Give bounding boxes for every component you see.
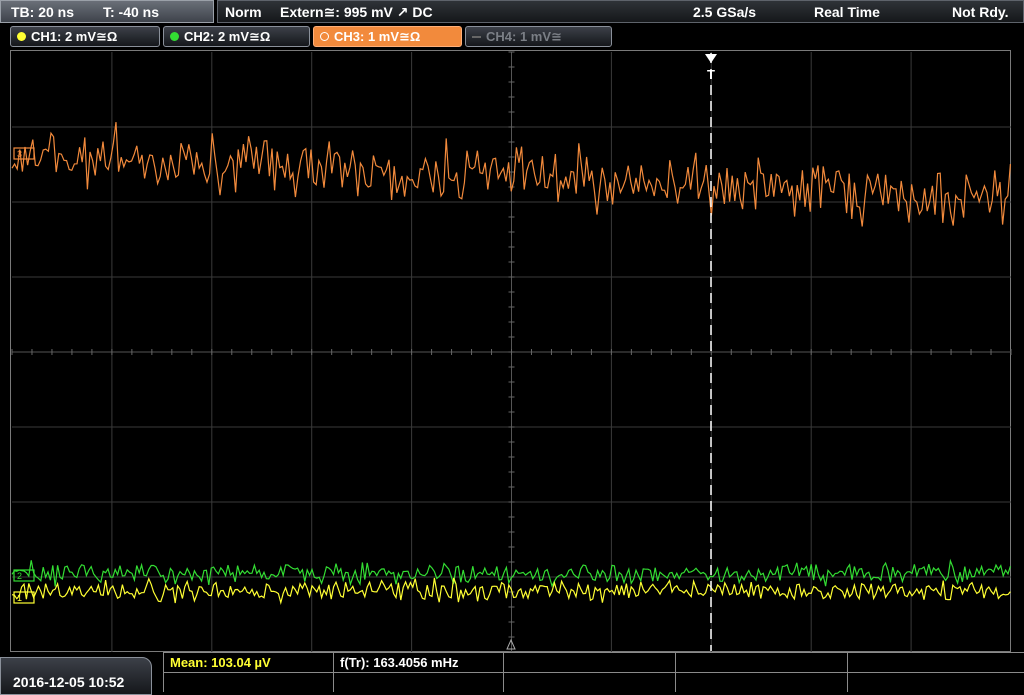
frequency-measurement[interactable]: f(Tr): 163.4056 mHz [333,652,503,672]
svg-text:3: 3 [17,149,22,159]
ch1-level-marker: 1 [13,591,35,604]
sample-rate-label: 2.5 GSa/s [693,4,757,20]
acquisition-state-label: Not Rdy. [952,4,1009,20]
graticule-grid [11,51,1012,653]
measurement-slot-8[interactable] [503,672,675,692]
tab-ch4[interactable]: CH4: 1 mV≅ [465,26,612,47]
mean-measurement[interactable]: Mean: 103.04 µV [163,652,333,672]
channel-tabs: CH1: 2 mV≅Ω CH2: 2 mV≅Ω CH3: 1 mV≅Ω CH4:… [0,26,1024,48]
measurement-slot-3[interactable] [503,652,675,672]
measurement-slot-10[interactable] [847,672,1024,692]
trigger-source-label: Extern≅: 995 mV ↗ DC [280,4,433,20]
ch3-circle-icon [320,32,329,41]
datetime-label: 2016-12-05 10:52 [13,674,125,690]
ch2-circle-icon [170,32,179,41]
ch1-label: CH1: 2 mV≅Ω [31,29,118,44]
measurement-slot-7[interactable] [333,672,503,692]
measurement-slot-9[interactable] [675,672,847,692]
top-status-bar: TB: 20 ns T: -40 ns Norm Extern≅: 995 mV… [0,0,1024,25]
trigger-time-label: T: -40 ns [103,4,160,20]
tab-ch3[interactable]: CH3: 1 mV≅Ω [313,26,462,47]
ch4-label: CH4: 1 mV≅ [486,29,562,44]
acquisition-status-bar[interactable]: Norm Extern≅: 995 mV ↗ DC 2.5 GSa/s Real… [217,0,1024,23]
tab-ch2[interactable]: CH2: 2 mV≅Ω [163,26,310,47]
acquisition-mode-label: Real Time [814,4,880,20]
measurement-slot-4[interactable] [675,652,847,672]
svg-text:2: 2 [17,571,22,581]
svg-text:1: 1 [17,593,22,603]
trigger-marker-label: T [707,67,715,82]
timebase-box[interactable]: TB: 20 ns T: -40 ns [0,0,214,23]
measurement-slot-5[interactable] [847,652,1024,672]
ch1-circle-icon [17,32,26,41]
ch4-dash-icon [472,36,481,38]
timebase-label: TB: 20 ns [11,4,75,20]
ch2-label: CH2: 2 mV≅Ω [184,29,271,44]
datetime-box: 2016-12-05 10:52 [0,657,152,695]
measurement-slot-6[interactable] [163,672,333,692]
measurement-bar: Mean: 103.04 µV f(Tr): 163.4056 mHz [163,652,1024,695]
ch3-label: CH3: 1 mV≅Ω [334,29,421,44]
trigger-mode-label: Norm [225,4,262,20]
tab-ch1[interactable]: CH1: 2 mV≅Ω [10,26,160,47]
waveform-graticule: 3 2 1 T [11,51,1012,653]
scope-display[interactable]: 3 2 1 T [10,50,1012,653]
